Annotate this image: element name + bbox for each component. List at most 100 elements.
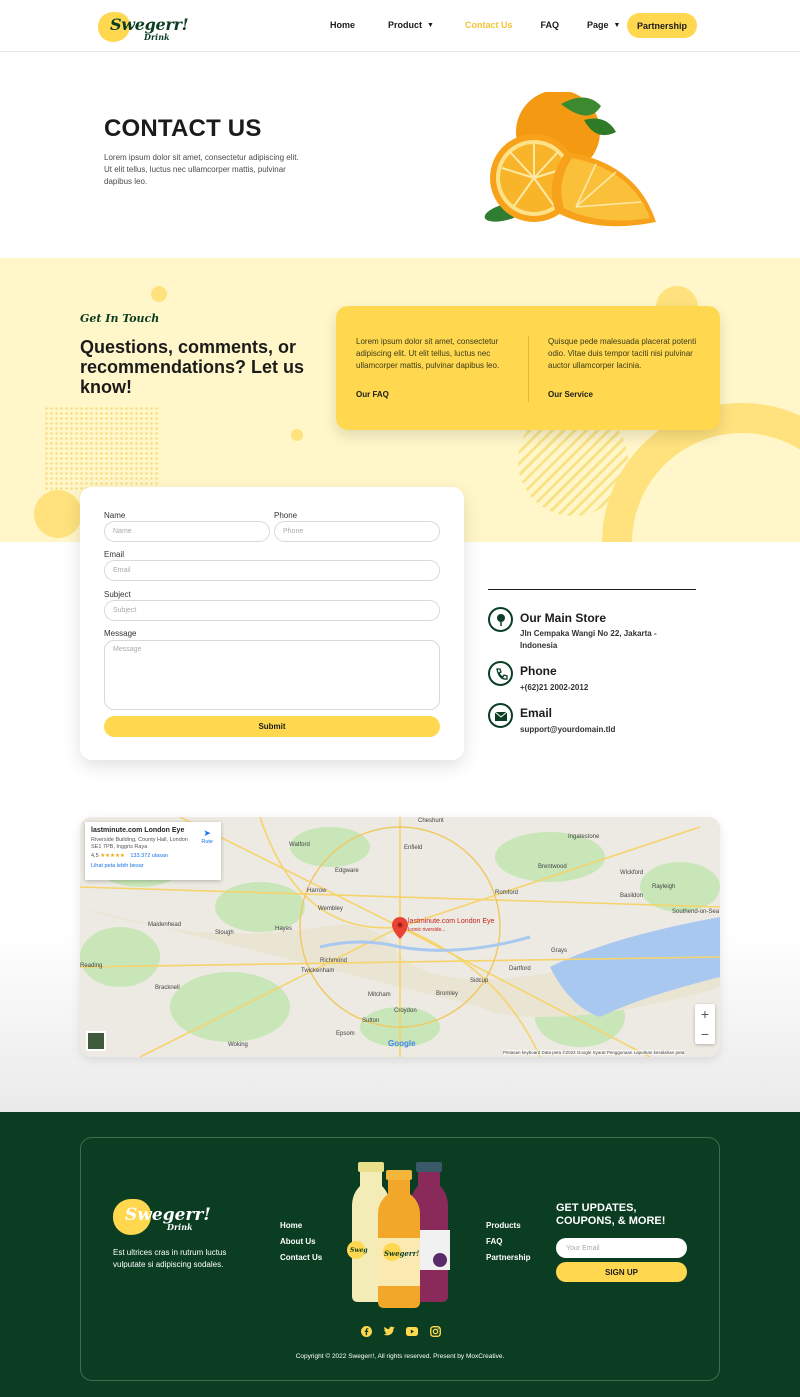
circle-decoration bbox=[151, 286, 167, 302]
nav-page[interactable]: Page ▼ bbox=[587, 14, 620, 36]
chevron-down-icon: ▼ bbox=[613, 21, 621, 29]
map-place-label: Southend-on-Sea bbox=[672, 909, 720, 915]
contact-divider bbox=[488, 589, 696, 590]
submit-button[interactable]: Submit bbox=[104, 716, 440, 737]
site-header: Swegerr! Drink Home Product ▼ Contact Us … bbox=[0, 0, 800, 52]
map-place-label: Bromley bbox=[436, 991, 459, 997]
map-place-label: Sutton bbox=[362, 1018, 380, 1024]
footer-description: Est ultrices cras in rutrum luctus vulpu… bbox=[113, 1248, 227, 1269]
map-place-label: Maidenhead bbox=[148, 922, 182, 928]
route-button[interactable]: ➤ Rute bbox=[201, 828, 213, 845]
nav-contact-label: Contact Us bbox=[464, 20, 513, 30]
route-label: Rute bbox=[201, 839, 213, 845]
social-links bbox=[360, 1325, 452, 1337]
partnership-button[interactable]: Partnership bbox=[627, 13, 697, 38]
zoom-controls: + − bbox=[695, 1004, 715, 1044]
footer-logo[interactable]: Swegerr! Drink bbox=[113, 1195, 211, 1237]
nav-page-label: Page bbox=[587, 20, 609, 30]
rating-stars-icon: ★★★★★ bbox=[100, 853, 125, 859]
circle-decoration bbox=[34, 490, 82, 538]
footer-logo-sub: Drink bbox=[167, 1222, 193, 1232]
map-place-label: Sidcup bbox=[470, 978, 489, 984]
reviews-link[interactable]: 133.372 ulasan bbox=[130, 853, 168, 859]
satellite-toggle[interactable] bbox=[86, 1031, 106, 1051]
zoom-out-icon[interactable]: − bbox=[695, 1024, 715, 1044]
zoom-in-icon[interactable]: + bbox=[695, 1004, 715, 1024]
route-icon: ➤ bbox=[203, 828, 211, 838]
nav-home[interactable]: Home bbox=[330, 14, 355, 36]
svg-text:Sweg: Sweg bbox=[350, 1247, 368, 1254]
map-place-label: Edgware bbox=[335, 868, 359, 874]
nav-home-label: Home bbox=[330, 20, 356, 30]
subject-input[interactable]: Subject bbox=[104, 600, 440, 621]
nav-faq[interactable]: FAQ bbox=[540, 14, 559, 36]
page-title: CONTACT US bbox=[104, 115, 262, 142]
map-place-label: Mitcham bbox=[368, 992, 391, 998]
map-place-label: Brentwood bbox=[538, 864, 567, 870]
newsletter-email-input[interactable]: Your Email bbox=[556, 1238, 687, 1258]
footer-link-about[interactable]: About Us bbox=[280, 1234, 322, 1250]
youtube-icon[interactable] bbox=[406, 1325, 418, 1337]
chevron-down-icon: ▼ bbox=[427, 21, 434, 29]
nav-faq-label: FAQ bbox=[540, 20, 559, 30]
email-address: support@yourdomain.tld bbox=[520, 725, 616, 734]
nav-contact-us[interactable]: Contact Us bbox=[465, 14, 513, 36]
pin-subtitle: Iconic riverside... bbox=[408, 927, 446, 933]
our-service-link[interactable]: Our Service bbox=[548, 389, 708, 401]
footer-link-partnership[interactable]: Partnership bbox=[486, 1250, 530, 1266]
phone-icon bbox=[488, 661, 513, 686]
map-place-label: Cheshunt bbox=[418, 818, 444, 824]
map-place-label: Croydon bbox=[394, 1008, 417, 1014]
rating-value: 4,5 bbox=[91, 853, 99, 859]
email-input[interactable]: Email bbox=[104, 560, 440, 581]
footer-links-left: Home About Us Contact Us bbox=[280, 1218, 322, 1266]
message-textarea[interactable]: Message bbox=[104, 640, 440, 710]
google-logo: Google bbox=[388, 1039, 416, 1048]
instagram-icon[interactable] bbox=[429, 1325, 441, 1337]
info-card-faq-text: Lorem ipsum dolor sit amet, consectetur … bbox=[356, 337, 500, 370]
section-title: Questions, comments, or recommendations?… bbox=[80, 337, 305, 397]
map-attribution[interactable]: Pintasan keyboard Data peta ©2022 Google… bbox=[503, 1050, 685, 1055]
map-place-label: Richmond bbox=[320, 958, 348, 964]
footer-link-faq[interactable]: FAQ bbox=[486, 1234, 530, 1250]
brand-logo[interactable]: Swegerr! Drink bbox=[96, 8, 189, 44]
section-eyebrow: Get In Touch bbox=[80, 312, 160, 325]
email-icon bbox=[488, 703, 513, 728]
nav-product[interactable]: Product ▼ bbox=[388, 14, 434, 36]
facebook-icon[interactable] bbox=[360, 1325, 372, 1337]
info-card-service-text: Quisque pede malesuada placerat potenti … bbox=[548, 337, 697, 370]
email-title: Email bbox=[520, 706, 553, 720]
copyright-text: Copyright © 2022 Swegerr!, All rights re… bbox=[295, 1353, 505, 1360]
view-larger-map-link[interactable]: Lihat peta lebih besar bbox=[91, 863, 215, 869]
map-place-label: Bracknell bbox=[155, 985, 180, 991]
drink-bottles-image: Swegerr! Sweg bbox=[347, 1162, 450, 1308]
map-place-label: Wembley bbox=[318, 906, 343, 912]
nav-product-label: Product bbox=[388, 20, 423, 30]
footer-links-right: Products FAQ Partnership bbox=[486, 1218, 530, 1266]
twitter-icon[interactable] bbox=[383, 1325, 395, 1337]
map-place-address: Riverside Building, County Hall, London … bbox=[91, 837, 188, 850]
footer-link-contact[interactable]: Contact Us bbox=[280, 1250, 322, 1266]
hero-description: Lorem ipsum dolor sit amet, consectetur … bbox=[104, 153, 299, 186]
orange-slices-image bbox=[484, 92, 656, 227]
info-card: Lorem ipsum dolor sit amet, consectetur … bbox=[336, 306, 720, 430]
map-place-label: Ingatestone bbox=[568, 834, 600, 840]
subject-label: Subject bbox=[104, 590, 131, 599]
info-card-service: Quisque pede malesuada placerat potenti … bbox=[548, 336, 708, 401]
name-input[interactable]: Name bbox=[104, 521, 270, 542]
phone-input[interactable]: Phone bbox=[274, 521, 440, 542]
map-place-label: Wickford bbox=[620, 870, 644, 876]
footer-link-products[interactable]: Products bbox=[486, 1218, 530, 1234]
our-faq-link[interactable]: Our FAQ bbox=[356, 389, 516, 401]
email-label: Email bbox=[104, 550, 125, 559]
map-place-label: Rayleigh bbox=[652, 884, 676, 890]
map-place-label: Harrow bbox=[307, 888, 327, 894]
map-pin-label[interactable]: lastminute.com London Eye Iconic riversi… bbox=[408, 918, 494, 934]
map-place-label: Woking bbox=[228, 1042, 248, 1048]
map-place-label: Hayes bbox=[275, 926, 293, 932]
store-title: Our Main Store bbox=[520, 611, 607, 625]
signup-button[interactable]: SIGN UP bbox=[556, 1262, 687, 1282]
footer-link-home[interactable]: Home bbox=[280, 1218, 322, 1234]
store-address: Jln Cempaka Wangi No 22, Jakarta - Indon… bbox=[520, 629, 657, 650]
main-nav: Home Product ▼ Contact Us FAQ Page ▼ bbox=[330, 14, 620, 36]
